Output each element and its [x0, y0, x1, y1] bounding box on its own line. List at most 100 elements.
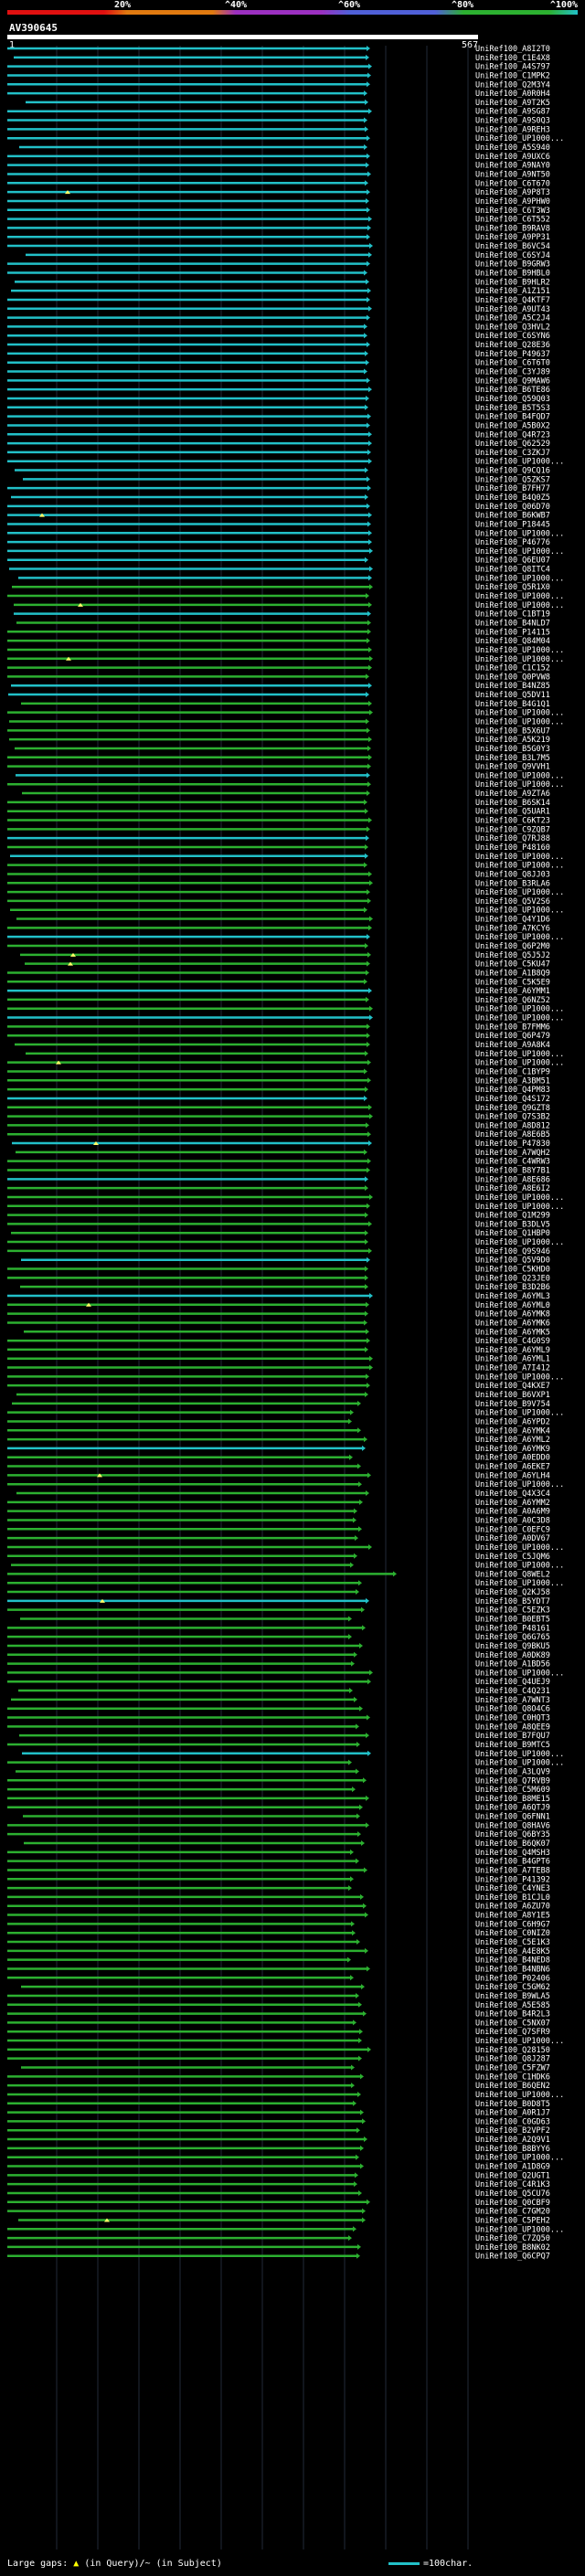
hit-label[interactable]: UniRef100_C5JQM6: [475, 1553, 550, 1562]
alignment-row[interactable]: UniRef100_A8D812: [7, 1121, 550, 1130]
alignment-row[interactable]: UniRef100_B7FMM6: [7, 1023, 550, 1032]
hit-label[interactable]: UniRef100_C5M609: [475, 1786, 550, 1795]
alignment-row[interactable]: UniRef100_A7WNT3: [11, 1696, 550, 1705]
alignment-row[interactable]: UniRef100_UP1000...: [7, 529, 564, 538]
hit-label[interactable]: UniRef100_Q4MSH3: [475, 1849, 550, 1858]
alignment-row[interactable]: UniRef100_C6SYN6: [7, 332, 550, 341]
alignment-row[interactable]: UniRef100_C5GM62: [21, 1983, 550, 1992]
alignment-row[interactable]: UniRef100_C5E1K3: [7, 1938, 550, 1947]
hit-label[interactable]: UniRef100_Q8JJ03: [475, 870, 550, 879]
hit-label[interactable]: UniRef100_C6T6T0: [475, 359, 550, 368]
hit-label[interactable]: UniRef100_B0D8T5: [475, 2100, 550, 2109]
alignment-row[interactable]: UniRef100_A9UT43: [7, 305, 550, 314]
hit-label[interactable]: UniRef100_C1HDK6: [475, 2072, 550, 2082]
hit-label[interactable]: UniRef100_B3DLV5: [475, 1220, 550, 1229]
alignment-row[interactable]: UniRef100_UP1000...: [9, 718, 564, 727]
alignment-row[interactable]: UniRef100_C5M609: [7, 1786, 550, 1795]
hit-label[interactable]: UniRef100_C1C152: [475, 664, 550, 673]
hit-label[interactable]: UniRef100_B2VPF2: [475, 2126, 550, 2136]
alignment-row[interactable]: UniRef100_UP1000...: [7, 933, 564, 942]
alignment-row[interactable]: UniRef100_B4NZ85: [11, 682, 550, 691]
alignment-row[interactable]: UniRef100_A2Q9V1: [7, 2136, 550, 2145]
alignment-row[interactable]: UniRef100_UP1000...: [22, 1750, 564, 1759]
hit-label[interactable]: UniRef100_B6VC54: [475, 242, 550, 251]
alignment-row[interactable]: UniRef100_UP1000...: [7, 780, 564, 790]
alignment-row[interactable]: UniRef100_B7FQU7: [19, 1732, 550, 1741]
alignment-row[interactable]: UniRef100_C5FZW7: [21, 2064, 550, 2073]
alignment-row[interactable]: UniRef100_A5K219: [9, 736, 550, 745]
hit-label[interactable]: UniRef100_A5S940: [475, 143, 550, 153]
hit-label[interactable]: UniRef100_C4WRW3: [475, 1158, 550, 1167]
hit-label[interactable]: UniRef100_A8QEE9: [475, 1723, 550, 1732]
alignment-row[interactable]: UniRef100_Q4PM83: [7, 1086, 550, 1095]
hit-label[interactable]: UniRef100_C0HQT3: [475, 1714, 550, 1723]
alignment-row[interactable]: UniRef100_Q0CBF9: [7, 2199, 550, 2208]
hit-label[interactable]: UniRef100_Q62529: [475, 440, 550, 449]
alignment-row[interactable]: UniRef100_A6YMK6: [7, 1319, 550, 1328]
alignment-row[interactable]: UniRef100_UP1000...: [14, 601, 564, 610]
hit-label[interactable]: UniRef100_Q5J5J2: [475, 951, 550, 960]
alignment-row[interactable]: UniRef100_Q8HAV6: [7, 1821, 550, 1830]
alignment-row[interactable]: UniRef100_B3DLV5: [7, 1220, 550, 1229]
hit-label[interactable]: UniRef100_Q3HVL2: [475, 323, 550, 332]
hit-label[interactable]: UniRef100_A0DK89: [475, 1651, 550, 1660]
alignment-row[interactable]: UniRef100_Q23JE0: [7, 1274, 550, 1283]
hit-label[interactable]: UniRef100_B8Y7B1: [475, 1167, 550, 1176]
hit-label[interactable]: UniRef100_A5K219: [475, 736, 550, 745]
alignment-row[interactable]: UniRef100_UP1000...: [7, 458, 564, 467]
hit-label[interactable]: UniRef100_C6KT23: [475, 817, 550, 826]
hit-label[interactable]: UniRef100_Q8WEL2: [475, 1570, 550, 1579]
hit-label[interactable]: UniRef100_UP1000...: [475, 1579, 564, 1588]
alignment-row[interactable]: UniRef100_B6QEN2: [7, 2082, 550, 2091]
alignment-row[interactable]: UniRef100_B9HBL0: [7, 270, 550, 279]
alignment-row[interactable]: UniRef100_Q4KTF7: [7, 296, 550, 305]
alignment-row[interactable]: UniRef100_B5X6U7: [7, 726, 550, 736]
alignment-row[interactable]: UniRef100_Q9BKU5: [7, 1642, 550, 1651]
alignment-row[interactable]: UniRef100_A9SG87: [7, 108, 550, 117]
hit-label[interactable]: UniRef100_A1D8G9: [475, 2163, 550, 2172]
hit-label[interactable]: UniRef100_UP1000...: [475, 134, 564, 143]
hit-label[interactable]: UniRef100_B7FH77: [475, 484, 550, 493]
hit-label[interactable]: UniRef100_Q6P479: [475, 1032, 550, 1041]
alignment-row[interactable]: UniRef100_UP1000...: [7, 547, 564, 557]
hit-label[interactable]: UniRef100_A9NT50: [475, 170, 550, 179]
hit-label[interactable]: UniRef100_A9UXC6: [475, 153, 550, 162]
alignment-row[interactable]: UniRef100_UP1000...: [7, 134, 564, 143]
hit-label[interactable]: UniRef100_Q5V9D0: [475, 1256, 550, 1266]
hit-label[interactable]: UniRef100_A6YMM1: [475, 987, 550, 996]
hit-label[interactable]: UniRef100_Q0PVW8: [475, 673, 550, 682]
alignment-row[interactable]: UniRef100_A1BD56: [7, 1660, 550, 1670]
alignment-row[interactable]: UniRef100_Q8J287: [7, 2055, 550, 2064]
alignment-row[interactable]: UniRef100_Q7RVB9: [7, 1776, 550, 1786]
alignment-row[interactable]: UniRef100_UP1000...: [10, 906, 564, 916]
hit-label[interactable]: UniRef100_UP1000...: [475, 1480, 564, 1489]
hit-label[interactable]: UniRef100_UP1000...: [475, 1014, 564, 1023]
hit-label[interactable]: UniRef100_UP1000...: [475, 1669, 564, 1678]
hit-label[interactable]: UniRef100_C5NX07: [475, 2019, 550, 2028]
hit-label[interactable]: UniRef100_C6SYN6: [475, 332, 550, 341]
alignment-row[interactable]: UniRef100_B9HLR2: [15, 278, 550, 287]
hit-label[interactable]: UniRef100_Q9BKU5: [475, 1642, 550, 1651]
hit-label[interactable]: UniRef100_C5KU47: [475, 960, 550, 970]
alignment-row[interactable]: UniRef100_A9S0Q3: [7, 117, 550, 126]
alignment-row[interactable]: UniRef100_A0EDD0: [7, 1454, 550, 1463]
hit-label[interactable]: UniRef100_C7GM20: [475, 2208, 550, 2217]
alignment-row[interactable]: UniRef100_C7GM20: [7, 2208, 550, 2217]
hit-label[interactable]: UniRef100_Q8J287: [475, 2055, 550, 2064]
alignment-row[interactable]: UniRef100_Q5R1X0: [12, 583, 550, 592]
hit-label[interactable]: UniRef100_P14115: [475, 628, 550, 637]
alignment-row[interactable]: UniRef100_A8E6B5: [7, 1130, 550, 1140]
hit-label[interactable]: UniRef100_A8E6B5: [475, 1130, 550, 1140]
alignment-row[interactable]: UniRef100_B4G1Q1: [21, 700, 550, 709]
hit-label[interactable]: UniRef100_UP1000...: [475, 718, 564, 727]
alignment-row[interactable]: UniRef100_P18445: [7, 520, 550, 529]
hit-label[interactable]: UniRef100_UP1000...: [475, 1409, 564, 1418]
hit-label[interactable]: UniRef100_A6YPD2: [475, 1417, 550, 1426]
hit-label[interactable]: UniRef100_Q6BY35: [475, 1830, 550, 1839]
hit-label[interactable]: UniRef100_B3RLA6: [475, 879, 550, 888]
alignment-row[interactable]: UniRef100_B8Y7B1: [7, 1167, 550, 1176]
hit-label[interactable]: UniRef100_A8Y1E5: [475, 1912, 550, 1921]
alignment-row[interactable]: UniRef100_Q6P479: [7, 1032, 550, 1041]
alignment-row[interactable]: UniRef100_C0EFC9: [7, 1525, 550, 1534]
alignment-row[interactable]: UniRef100_A5S940: [19, 143, 550, 153]
